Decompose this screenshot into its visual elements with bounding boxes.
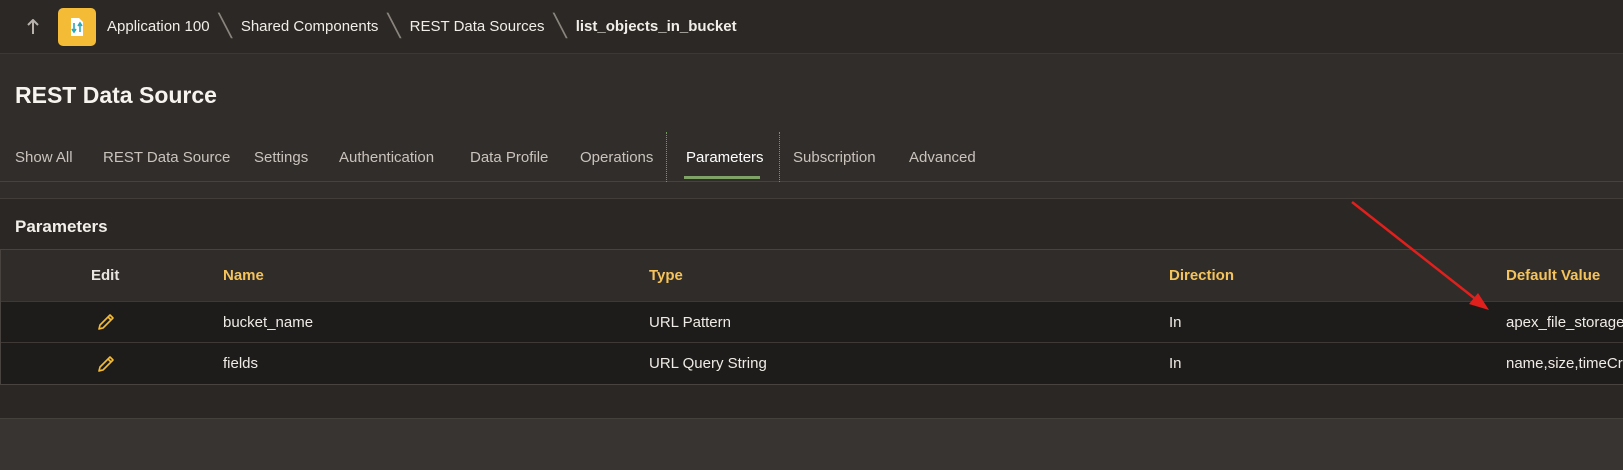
tab-show-all[interactable]: Show All [15, 132, 73, 182]
cell-name: fields [223, 355, 259, 372]
column-header-name[interactable]: Name [223, 250, 623, 301]
table-row: bucket_name URL Pattern In apex_file_sto… [1, 302, 1623, 343]
page-title: REST Data Source [15, 82, 217, 108]
column-header-edit: Edit [91, 267, 120, 284]
tab-settings[interactable]: Settings [254, 132, 308, 182]
tab-bar: Show All REST Data Source Settings Authe… [0, 132, 1623, 182]
cell-default-value: name,size,timeCre [1506, 355, 1623, 372]
top-bar: Application 100 ╲ Shared Components ╲ RE… [0, 0, 1623, 54]
breadcrumb-separator: ╲ [218, 14, 232, 39]
tab-rest-data-source[interactable]: REST Data Source [103, 132, 230, 182]
pencil-icon[interactable] [93, 302, 119, 342]
breadcrumb-application[interactable]: Application 100 [107, 18, 210, 35]
column-header-direction[interactable]: Direction [1169, 250, 1469, 301]
breadcrumb-separator: ╲ [553, 14, 567, 39]
region-title: Parameters [15, 217, 108, 236]
app-sync-icon[interactable] [58, 7, 96, 46]
tab-parameters[interactable]: Parameters [686, 132, 764, 182]
tab-advanced[interactable]: Advanced [909, 132, 976, 182]
parameters-grid: Edit Name Type Direction Default Value b… [0, 249, 1623, 385]
cell-direction: In [1169, 355, 1182, 372]
cell-type: URL Pattern [649, 313, 731, 331]
pencil-icon[interactable] [93, 343, 119, 384]
breadcrumb-rest-data-sources[interactable]: REST Data Sources [410, 18, 545, 35]
grid-header-row: Edit Name Type Direction Default Value [1, 250, 1623, 302]
tab-data-profile[interactable]: Data Profile [470, 132, 548, 182]
breadcrumb-separator: ╲ [387, 14, 401, 39]
cell-type: URL Query String [649, 355, 767, 372]
table-row: fields URL Query String In name,size,tim… [1, 343, 1623, 384]
tab-authentication[interactable]: Authentication [339, 132, 434, 182]
breadcrumb-current: list_objects_in_bucket [575, 18, 737, 35]
parameters-region: Parameters Edit Name Type Direction Defa… [0, 198, 1623, 418]
cell-name: bucket_name [223, 313, 314, 331]
tab-operations[interactable]: Operations [580, 132, 653, 182]
footer-band [0, 418, 1623, 470]
active-tab-indicator [684, 176, 760, 179]
column-header-type[interactable]: Type [649, 250, 1109, 301]
column-header-default-value[interactable]: Default Value [1506, 250, 1623, 301]
cell-direction: In [1169, 313, 1182, 331]
arrow-up-icon[interactable] [22, 18, 44, 35]
cell-default-value: apex_file_storage [1506, 313, 1623, 331]
tab-subscription[interactable]: Subscription [793, 132, 876, 182]
breadcrumb-shared-components[interactable]: Shared Components [241, 18, 379, 35]
